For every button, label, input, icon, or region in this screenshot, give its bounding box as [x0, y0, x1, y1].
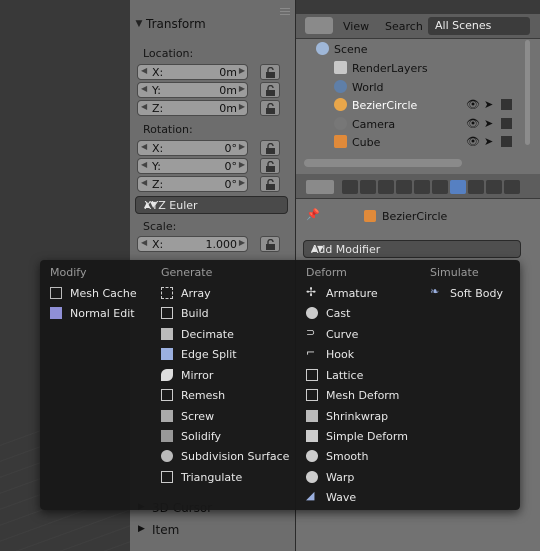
outliner-row-beziercircle[interactable]: BezierCircle 👁 ➤ — [296, 96, 518, 114]
lock-icon[interactable] — [260, 176, 280, 192]
location-label: Location: — [143, 47, 194, 60]
menu-heading-modify: Modify — [50, 266, 87, 279]
object-tab-icon[interactable] — [414, 180, 430, 194]
renderlayers-icon — [334, 61, 347, 74]
panel-grip-icon[interactable] — [280, 8, 290, 15]
scale-label: Scale: — [143, 220, 177, 233]
outliner-row-renderlayers[interactable]: RenderLayers — [296, 59, 518, 77]
chevron-updown-icon: ▲▼ — [144, 200, 157, 209]
outliner-view-menu[interactable]: View — [343, 20, 369, 33]
visibility-eye-icon[interactable]: 👁 — [466, 117, 480, 130]
menu-heading-deform: Deform — [306, 266, 347, 279]
normal-edit-icon — [50, 307, 62, 319]
outliner-vertical-scrollbar[interactable] — [525, 40, 530, 145]
scene-icon — [316, 42, 329, 55]
world-icon — [334, 80, 347, 93]
outliner-search-menu[interactable]: Search — [385, 20, 423, 33]
rotation-x-field[interactable]: ◀ X: 0° ▶ — [137, 140, 248, 156]
outliner-row-camera[interactable]: Camera 👁 ➤ — [296, 115, 518, 133]
outliner-row-scene[interactable]: Scene — [296, 40, 518, 58]
soft-body-icon: ❧ — [430, 285, 440, 298]
cube-icon — [364, 210, 376, 222]
smooth-icon — [306, 450, 318, 462]
transform-title: Transform — [146, 17, 206, 31]
lock-icon[interactable] — [260, 158, 280, 174]
scale-x-field[interactable]: ◀ X: 1.000 ▶ — [137, 236, 248, 252]
rotation-mode-dropdown[interactable]: XYZ Euler ▲▼ — [135, 196, 288, 214]
mirror-icon — [161, 369, 173, 381]
location-x-field[interactable]: ◀ X: 0m ▶ — [137, 64, 248, 80]
remesh-icon — [161, 389, 173, 401]
texture-tab-icon[interactable] — [504, 180, 520, 194]
lock-icon[interactable] — [260, 82, 280, 98]
cast-icon — [306, 307, 318, 319]
add-modifier-dropdown[interactable]: Add Modifier ▲▼ — [303, 240, 521, 258]
armature-icon: ✢ — [306, 285, 317, 299]
constraints-tab-icon[interactable] — [432, 180, 448, 194]
visibility-eye-icon[interactable]: 👁 — [466, 135, 480, 148]
location-y-field[interactable]: ◀ Y: 0m ▶ — [137, 82, 248, 98]
menu-heading-generate: Generate — [161, 266, 213, 279]
outliner-display-filter[interactable]: All Scenes — [428, 17, 530, 35]
outliner-row-world[interactable]: World — [296, 78, 518, 96]
material-tab-icon[interactable] — [486, 180, 502, 194]
modifiers-tab-icon[interactable] — [450, 180, 466, 194]
simple-deform-icon — [306, 430, 318, 442]
breadcrumb-object: BezierCircle — [382, 210, 448, 223]
chevron-updown-icon: ▲▼ — [311, 244, 324, 253]
render-camera-icon[interactable] — [501, 136, 512, 147]
lock-icon[interactable] — [260, 236, 280, 252]
world-tab-icon[interactable] — [396, 180, 412, 194]
shrinkwrap-icon — [306, 410, 318, 422]
triangulate-icon — [161, 471, 173, 483]
lock-icon[interactable] — [260, 64, 280, 80]
editor-type-icon[interactable] — [306, 180, 334, 194]
hook-icon: ⌐ — [306, 346, 316, 359]
array-icon — [161, 287, 173, 299]
render-camera-icon[interactable] — [501, 99, 512, 110]
pin-icon[interactable]: 📌 — [306, 208, 320, 221]
camera-icon — [334, 117, 347, 130]
wave-icon: ◢ — [306, 489, 315, 502]
solidify-icon — [161, 430, 173, 442]
cube-icon — [334, 135, 347, 148]
select-arrow-icon[interactable]: ➤ — [484, 98, 493, 111]
rotation-z-field[interactable]: ◀ Z: 0° ▶ — [137, 176, 248, 192]
expand-triangle-icon: ▼ — [135, 19, 143, 29]
mesh-deform-icon — [306, 389, 318, 401]
decimate-icon — [161, 328, 173, 340]
select-arrow-icon[interactable]: ➤ — [484, 117, 493, 130]
mesh-cache-icon — [50, 287, 62, 299]
render-tab-icon[interactable] — [342, 180, 358, 194]
select-arrow-icon[interactable]: ➤ — [484, 135, 493, 148]
visibility-eye-icon[interactable]: 👁 — [466, 98, 480, 111]
lock-icon[interactable] — [260, 140, 280, 156]
item-panel-header[interactable]: ▶ Item — [132, 522, 292, 542]
scene-tab-icon[interactable] — [378, 180, 394, 194]
lattice-icon — [306, 369, 318, 381]
curve-icon — [334, 98, 347, 111]
data-tab-icon[interactable] — [468, 180, 484, 194]
lock-icon[interactable] — [260, 100, 280, 116]
outliner-horizontal-scrollbar[interactable] — [304, 159, 462, 167]
transform-panel-header[interactable]: ▼ Transform — [132, 13, 292, 35]
expand-triangle-icon: ▶ — [138, 524, 145, 534]
subdivision-surface-icon — [161, 450, 173, 462]
rotation-label: Rotation: — [143, 123, 193, 136]
warp-icon — [306, 471, 318, 483]
location-z-field[interactable]: ◀ Z: 0m ▶ — [137, 100, 248, 116]
render-camera-icon[interactable] — [501, 118, 512, 129]
screw-icon — [161, 410, 173, 422]
render-layers-tab-icon[interactable] — [360, 180, 376, 194]
edge-split-icon — [161, 348, 173, 360]
rotation-y-field[interactable]: ◀ Y: 0° ▶ — [137, 158, 248, 174]
build-icon — [161, 307, 173, 319]
curve-icon: ⊃ — [306, 326, 316, 339]
editor-type-icon[interactable] — [305, 17, 333, 34]
menu-heading-simulate: Simulate — [430, 266, 479, 279]
outliner-row-cube[interactable]: Cube 👁 ➤ — [296, 133, 518, 151]
